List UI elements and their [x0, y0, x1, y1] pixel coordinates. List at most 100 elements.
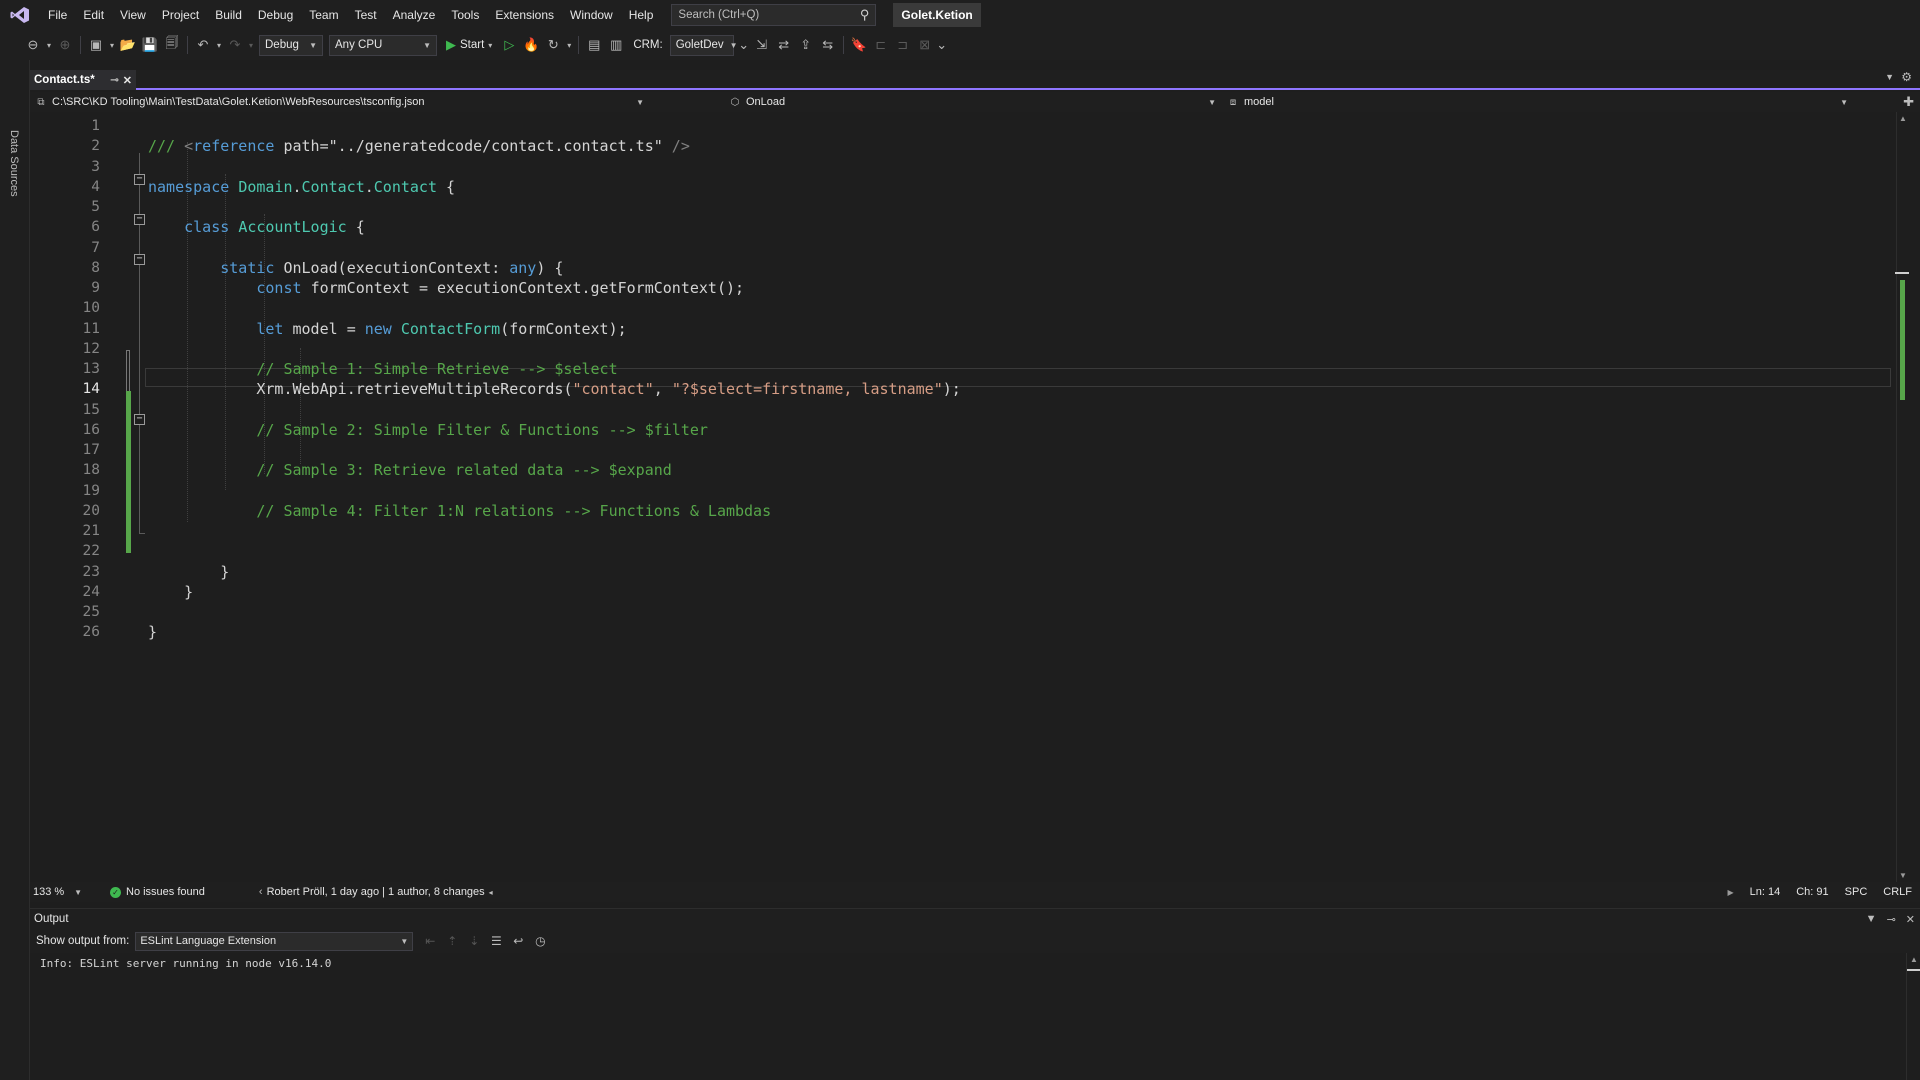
code-text[interactable]: static OnLoad(executionContext: any) { — [148, 258, 563, 278]
crm-environment-select[interactable]: GoletDev ▼ — [669, 34, 738, 56]
code-text[interactable]: // Sample 3: Retrieve related data --> $… — [148, 460, 671, 480]
zoom-select[interactable]: 133 % ▼ — [30, 886, 90, 898]
project-dropdown[interactable]: ⧉ C:\SRC\KD Tooling\Main\TestData\Golet.… — [30, 92, 650, 112]
clock-icon[interactable]: ◷ — [529, 931, 551, 951]
tab-contact-ts[interactable]: Contact.ts* ⊸ ✕ — [30, 70, 136, 90]
undo-dropdown-icon[interactable]: ▾ — [214, 34, 224, 56]
menu-item-team[interactable]: Team — [301, 0, 346, 30]
code-line[interactable]: 5 — [30, 197, 1908, 217]
member-dropdown[interactable]: ⧈ model ▼ — [1222, 92, 1854, 112]
code-line[interactable]: 7 — [30, 238, 1908, 258]
code-line[interactable]: 18 // Sample 3: Retrieve related data --… — [30, 460, 1908, 480]
new-project-icon[interactable]: ▣ — [85, 34, 107, 56]
code-line[interactable]: 24 } — [30, 582, 1908, 602]
code-line[interactable]: 3 — [30, 157, 1908, 177]
gear-icon[interactable]: ⚙ — [1901, 70, 1912, 84]
configuration-select[interactable]: Debug ▼ — [259, 34, 323, 56]
code-line[interactable]: 17 — [30, 440, 1908, 460]
code-editor[interactable]: − − − − 1 2/// <reference path="../genera… — [30, 112, 1909, 882]
menu-item-window[interactable]: Window — [562, 0, 621, 30]
indentation-mode[interactable]: SPC — [1845, 886, 1868, 898]
save-icon[interactable]: 💾 — [139, 34, 161, 56]
menu-item-build[interactable]: Build — [207, 0, 250, 30]
code-line[interactable]: 10 — [30, 298, 1908, 318]
menu-item-edit[interactable]: Edit — [75, 0, 112, 30]
menu-item-analyze[interactable]: Analyze — [385, 0, 444, 30]
new-project-dropdown-icon[interactable]: ▾ — [107, 34, 117, 56]
deploy-icon[interactable]: ⇲ — [751, 34, 773, 56]
publish-icon[interactable]: ⇪ — [795, 34, 817, 56]
forward-icon[interactable]: ⊕ — [54, 34, 76, 56]
code-line[interactable]: 15 — [30, 400, 1908, 420]
menu-item-project[interactable]: Project — [154, 0, 207, 30]
code-line[interactable]: 13 // Sample 1: Simple Retrieve --> $sel… — [30, 359, 1908, 379]
next-message-icon[interactable]: ⇣ — [463, 931, 485, 951]
code-text[interactable]: const formContext = executionContext.get… — [148, 278, 744, 298]
scope-dropdown[interactable]: ⬡ OnLoad ▼ — [650, 92, 1222, 112]
window-menu-icon[interactable]: ▼ — [1866, 913, 1877, 925]
redo-dropdown-icon[interactable]: ▾ — [246, 34, 256, 56]
code-text[interactable]: // Sample 2: Simple Filter & Functions -… — [148, 420, 708, 440]
line-ending[interactable]: CRLF — [1883, 886, 1912, 898]
find-message-icon[interactable]: ⇤ — [419, 931, 441, 951]
code-line[interactable]: 1 — [30, 116, 1908, 136]
scroll-up-icon[interactable]: ▲ — [1899, 114, 1907, 123]
code-text[interactable]: class AccountLogic { — [148, 217, 365, 237]
start-without-debugging-icon[interactable]: ▷ — [498, 34, 520, 56]
chevron-left-icon[interactable]: ◂ — [489, 888, 493, 897]
data-sources-tab[interactable]: Data Sources — [8, 130, 20, 197]
layout-icon[interactable]: ▥ — [605, 34, 627, 56]
clear-bookmarks-icon[interactable]: ⊠ — [914, 34, 936, 56]
code-line[interactable]: 26} — [30, 622, 1908, 642]
hot-reload-icon[interactable]: 🔥 — [520, 34, 542, 56]
next-bookmark-icon[interactable]: ⊐ — [892, 34, 914, 56]
code-text[interactable]: } — [148, 562, 229, 582]
code-line[interactable]: 8 static OnLoad(executionContext: any) { — [30, 258, 1908, 278]
previous-bookmark-icon[interactable]: ⊏ — [870, 34, 892, 56]
close-icon[interactable]: ✕ — [1906, 913, 1915, 926]
browser-link-icon[interactable]: ▤ — [583, 34, 605, 56]
code-text[interactable]: /// <reference path="../generatedcode/co… — [148, 136, 690, 156]
visual-studio-logo-icon[interactable] — [0, 0, 40, 30]
pin-icon[interactable]: ⊸ — [1887, 913, 1896, 926]
pin-icon[interactable]: ⊸ — [106, 75, 122, 86]
bookmark-icon[interactable]: 🔖 — [848, 34, 870, 56]
code-line[interactable]: 12 — [30, 339, 1908, 359]
output-text[interactable]: Info: ESLint server running in node v16.… — [30, 953, 1920, 974]
add-split-icon[interactable]: ✚ — [1903, 94, 1914, 110]
solution-name-badge[interactable]: Golet.Ketion — [893, 3, 981, 27]
code-text[interactable]: } — [148, 582, 193, 602]
back-icon[interactable]: ⊖ — [22, 34, 44, 56]
column-number[interactable]: Ch: 91 — [1796, 886, 1828, 898]
menu-item-debug[interactable]: Debug — [250, 0, 301, 30]
code-line[interactable]: 20 // Sample 4: Filter 1:N relations -->… — [30, 501, 1908, 521]
redo-icon[interactable]: ↷ — [224, 34, 246, 56]
output-source-select[interactable]: ESLint Language Extension ▼ — [135, 931, 414, 951]
menu-item-tools[interactable]: Tools — [443, 0, 487, 30]
sync-icon[interactable]: ⇆ — [817, 34, 839, 56]
code-line[interactable]: 6 class AccountLogic { — [30, 217, 1908, 237]
code-text[interactable]: let model = new ContactForm(formContext)… — [148, 319, 626, 339]
search-icon[interactable]: ⚲ — [860, 7, 870, 23]
code-line[interactable]: 16 // Sample 2: Simple Filter & Function… — [30, 420, 1908, 440]
output-vertical-scrollbar[interactable]: ▲ — [1906, 953, 1920, 1080]
start-button[interactable]: ▶ Start ▾ — [446, 37, 492, 53]
tab-list-dropdown-icon[interactable]: ▼ — [1885, 72, 1894, 82]
scroll-right-icon[interactable]: ▶ — [1727, 888, 1733, 897]
back-dropdown-icon[interactable]: ▾ — [44, 34, 54, 56]
issues-indicator[interactable]: ✓ No issues found — [110, 886, 205, 898]
code-line[interactable]: 23 } — [30, 562, 1908, 582]
close-icon[interactable]: ✕ — [123, 74, 136, 87]
scroll-thumb[interactable] — [1907, 969, 1920, 971]
scroll-down-icon[interactable]: ▼ — [1899, 871, 1907, 880]
code-line[interactable]: 22 — [30, 541, 1908, 561]
code-text[interactable]: // Sample 4: Filter 1:N relations --> Fu… — [148, 501, 771, 521]
toolbar-overflow-icon[interactable]: ⌄ — [936, 34, 948, 56]
refresh-icon[interactable]: ↻ — [542, 34, 564, 56]
previous-message-icon[interactable]: ⇡ — [441, 931, 463, 951]
git-blame-info[interactable]: ‹ Robert Pröll, 1 day ago | 1 author, 8 … — [255, 886, 497, 898]
code-line[interactable]: 21 — [30, 521, 1908, 541]
refresh-dropdown-icon[interactable]: ▾ — [564, 34, 574, 56]
clear-all-icon[interactable]: ☰ — [485, 931, 507, 951]
code-line[interactable]: 25 — [30, 602, 1908, 622]
